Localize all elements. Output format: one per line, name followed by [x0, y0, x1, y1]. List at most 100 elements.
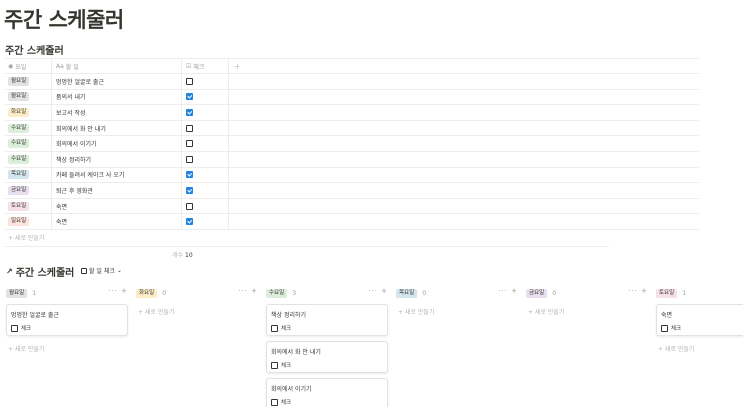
day-cell[interactable]: 토요일: [5, 198, 52, 214]
header-task[interactable]: Aa 할 일: [52, 59, 182, 73]
empty-cell: [229, 214, 699, 229]
checkbox[interactable]: [271, 324, 278, 332]
board-view-button[interactable]: 할 일 체크 ⌄: [81, 266, 122, 275]
board-title[interactable]: ↗ 주간 스케줄러: [6, 264, 74, 279]
chevron-down-icon: ⌄: [116, 267, 122, 274]
task-cell[interactable]: 숙면: [52, 214, 182, 229]
board-card[interactable]: 회의에서 화 안 내기 체크: [266, 341, 388, 373]
row-count[interactable]: 개수 10: [172, 250, 193, 259]
table-row[interactable]: 목요일 카페 들려서 케이크 사 오기: [5, 167, 699, 184]
task-cell[interactable]: 회의에서 이기기: [52, 136, 182, 151]
day-cell[interactable]: 월요일: [5, 89, 52, 105]
checkbox[interactable]: [186, 140, 193, 148]
checkbox[interactable]: [186, 108, 193, 116]
column-header: 수요일 3 ··· +: [266, 287, 388, 299]
checkbox[interactable]: [186, 155, 193, 163]
column-new-button[interactable]: + 새로 만들기: [526, 307, 648, 316]
day-cell[interactable]: 수요일: [5, 136, 52, 151]
day-cell[interactable]: 목요일: [5, 167, 52, 183]
group-actions[interactable]: ··· +: [498, 287, 518, 295]
checkbox[interactable]: [186, 218, 193, 226]
table-new-row-button[interactable]: + 새로 만들기: [5, 230, 699, 245]
checkbox[interactable]: [271, 398, 278, 406]
task-cell[interactable]: 책상 정리하기: [52, 151, 182, 167]
group-actions[interactable]: ··· +: [108, 287, 128, 295]
checkbox[interactable]: [11, 324, 18, 332]
count-label: 개수: [172, 252, 184, 259]
group-tag[interactable]: 목요일: [396, 288, 418, 298]
checkbox[interactable]: [271, 361, 278, 369]
day-cell[interactable]: 월요일: [5, 74, 52, 89]
check-cell: [182, 105, 229, 120]
column-header: 목요일 0 ··· +: [396, 287, 518, 299]
board-column-3: 수요일 3 ··· + 책상 정리하기 체크 회의에서 화 안 내기 체크 회의에서 이기기 체…: [266, 287, 388, 407]
task-cell[interactable]: 회의에서 화 안 내기: [52, 120, 182, 136]
group-tag[interactable]: 화요일: [136, 288, 158, 298]
empty-cell: [229, 74, 699, 89]
task-cell[interactable]: 퇴근 후 영화관: [52, 183, 182, 198]
column-new-button[interactable]: + 새로 만들기: [396, 307, 518, 316]
task-cell[interactable]: 숙면: [52, 198, 182, 214]
group-tag[interactable]: 수요일: [266, 288, 288, 298]
card-check-property: 체크: [271, 324, 383, 332]
day-cell[interactable]: 금요일: [5, 183, 52, 198]
task-cell[interactable]: 보고서 작성: [52, 105, 182, 120]
column-new-button[interactable]: + 새로 만들기: [6, 344, 128, 353]
column-new-button[interactable]: + 새로 만들기: [136, 307, 258, 316]
card-title: 책상 정리하기: [271, 312, 307, 319]
add-property-button[interactable]: +: [229, 62, 241, 71]
task-cell[interactable]: 품의서 내기: [52, 89, 182, 105]
task-cell[interactable]: 멍멍한 얼굴로 출근: [52, 74, 182, 89]
task-text: 책상 정리하기: [56, 156, 92, 164]
table-row[interactable]: 수요일 책상 정리하기: [5, 151, 699, 168]
checkbox-property-icon: ☑: [186, 62, 192, 70]
day-cell[interactable]: 수요일: [5, 120, 52, 136]
group-count: 0: [552, 289, 557, 297]
group-actions[interactable]: ··· +: [628, 287, 648, 295]
empty-cell: [229, 105, 699, 120]
card-check-property: 체크: [271, 361, 383, 369]
group-actions[interactable]: ··· +: [368, 287, 388, 295]
table-row[interactable]: 월요일 품의서 내기: [5, 89, 699, 106]
day-cell[interactable]: 화요일: [5, 105, 52, 120]
group-tag[interactable]: 금요일: [526, 288, 548, 298]
day-tag: 수요일: [8, 154, 30, 164]
header-day[interactable]: ◉ 요일: [5, 59, 52, 73]
board-card[interactable]: 숙면 체크: [656, 304, 743, 336]
board-card[interactable]: 책상 정리하기체크: [266, 304, 388, 336]
table-row[interactable]: 일요일 숙면: [5, 214, 699, 230]
checkbox[interactable]: [186, 124, 193, 132]
board-card[interactable]: 회의에서 이기기 체크: [266, 378, 388, 407]
table-row[interactable]: 월요일 멍멍한 얼굴로 출근: [5, 74, 699, 90]
day-cell[interactable]: 일요일: [5, 214, 52, 229]
day-cell[interactable]: 수요일: [5, 151, 52, 167]
page-title: 주간 스케줄러: [4, 8, 124, 32]
board-column-1: 월요일 1 ··· + 멍멍한 얼굴로 출근 체크 + 새로 만들기: [6, 287, 128, 353]
table-title[interactable]: 주간 스케줄러: [5, 42, 64, 57]
checkbox[interactable]: [186, 93, 193, 101]
board-column-2: 화요일 0 ··· + + 새로 만들기: [136, 287, 258, 316]
board-column-4: 목요일 0 ··· + + 새로 만들기: [396, 287, 518, 316]
checkbox[interactable]: [661, 324, 668, 332]
table-row[interactable]: 화요일 보고서 작성: [5, 105, 699, 121]
group-tag[interactable]: 월요일: [6, 288, 28, 298]
check-cell: [182, 167, 229, 183]
table-row[interactable]: 금요일 퇴근 후 영화관: [5, 183, 699, 199]
board-card[interactable]: 멍멍한 얼굴로 출근 체크: [6, 304, 128, 336]
checkbox[interactable]: [186, 77, 193, 85]
task-cell[interactable]: 카페 들려서 케이크 사 오기: [52, 167, 182, 183]
checkbox[interactable]: [186, 171, 193, 179]
group-tag[interactable]: 토요일: [656, 288, 678, 298]
table-row[interactable]: 수요일 회의에서 이기기: [5, 136, 699, 152]
check-label: 체크: [281, 363, 292, 369]
group-actions[interactable]: ··· +: [238, 287, 258, 295]
checkbox[interactable]: [186, 186, 193, 194]
header-check[interactable]: ☑ 체크: [182, 59, 229, 73]
column-new-button[interactable]: + 새로 만들기: [656, 344, 743, 353]
check-cell: [182, 151, 229, 167]
table-row[interactable]: 토요일 숙면: [5, 198, 699, 215]
board-view-label: 할 일 체크: [89, 268, 115, 275]
check-label: 체크: [281, 326, 292, 332]
checkbox[interactable]: [186, 202, 193, 210]
table-row[interactable]: 수요일 회의에서 화 안 내기: [5, 120, 699, 137]
